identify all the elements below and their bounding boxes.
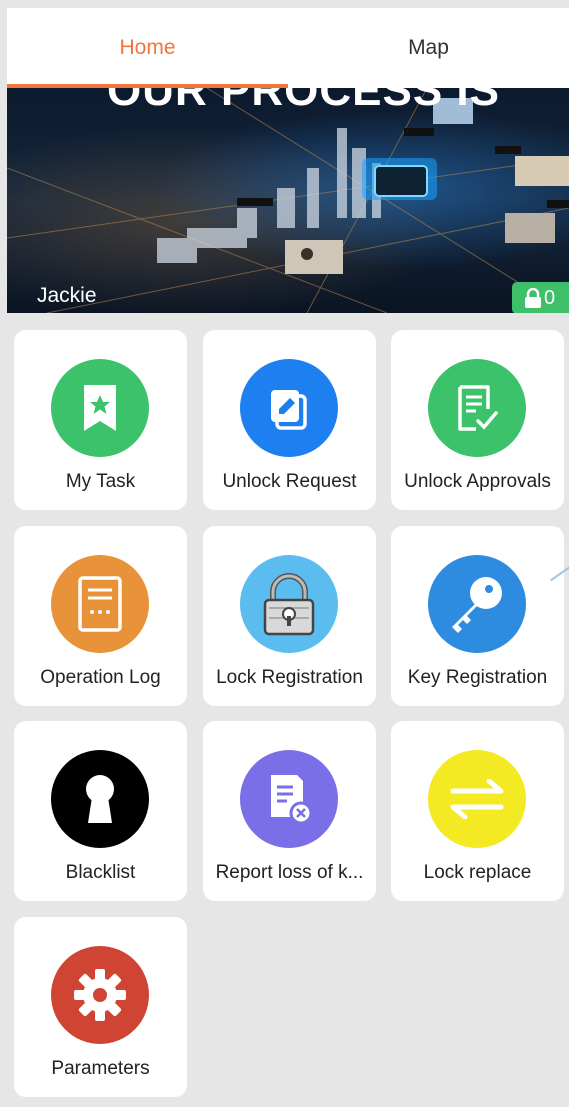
keyhole-icon <box>51 750 149 848</box>
menu-operation-log[interactable]: Operation Log <box>14 526 187 706</box>
menu-label: Lock replace <box>423 862 532 883</box>
swap-arrows-icon <box>428 750 526 848</box>
tab-home[interactable]: Home <box>7 8 288 88</box>
menu-key-registration[interactable]: Key Registration <box>391 526 564 706</box>
home-banner[interactable]: OUR PROCESS IS Jackie 0 <box>7 88 569 313</box>
lock-count: 0 <box>544 286 556 309</box>
menu-label: Report loss of k... <box>215 862 364 883</box>
user-name: Jackie <box>37 284 97 307</box>
menu-blacklist[interactable]: Blacklist <box>14 721 187 901</box>
lock-icon <box>525 288 541 308</box>
menu-parameters[interactable]: Parameters <box>14 917 187 1097</box>
menu-label: Key Registration <box>407 667 548 688</box>
log-document-icon <box>51 555 149 653</box>
edit-document-icon <box>240 359 338 457</box>
report-loss-icon <box>240 750 338 848</box>
padlock-icon <box>240 555 338 653</box>
lock-count-badge[interactable]: 0 <box>512 282 569 313</box>
menu-unlock-approvals[interactable]: Unlock Approvals <box>391 330 564 510</box>
menu-label: Blacklist <box>65 862 136 883</box>
menu-lock-registration[interactable]: Lock Registration <box>203 526 376 706</box>
banner-headline: OUR PROCESS IS <box>107 88 500 115</box>
menu-label: Lock Registration <box>216 667 363 688</box>
app-screen: Home Map OUR PROCESS IS Jackie 0 My Task… <box>7 8 569 1107</box>
menu-report-loss[interactable]: Report loss of k... <box>203 721 376 901</box>
menu-lock-replace[interactable]: Lock replace <box>391 721 564 901</box>
tab-map[interactable]: Map <box>288 8 569 88</box>
tab-home-label: Home <box>119 36 176 59</box>
menu-label: Unlock Approvals <box>404 471 551 492</box>
menu-label: My Task <box>65 471 136 492</box>
menu-my-task[interactable]: My Task <box>14 330 187 510</box>
tab-map-label: Map <box>408 36 449 59</box>
menu-unlock-request[interactable]: Unlock Request <box>203 330 376 510</box>
menu-label: Unlock Request <box>222 471 357 492</box>
menu-label: Parameters <box>51 1058 150 1079</box>
checklist-icon <box>428 359 526 457</box>
tab-bar: Home Map <box>7 8 569 88</box>
menu-label: Operation Log <box>40 667 161 688</box>
banner-city-image <box>7 88 569 313</box>
key-icon <box>428 555 526 653</box>
bookmark-star-icon <box>51 359 149 457</box>
gear-icon <box>51 946 149 1044</box>
